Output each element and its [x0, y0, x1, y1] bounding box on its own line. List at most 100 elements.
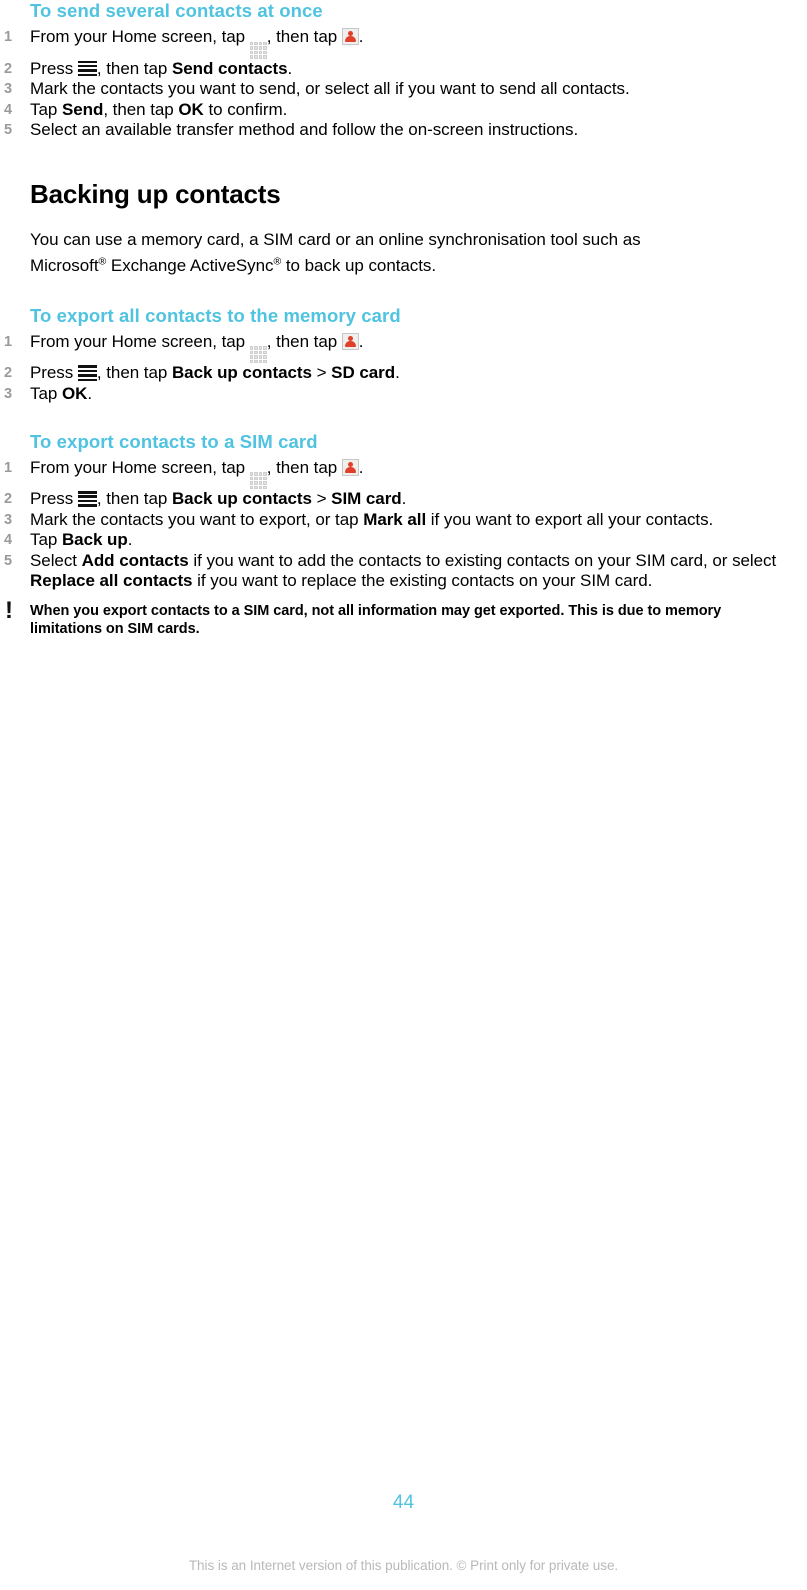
step-item: 1 From your Home screen, tap , then tap .	[0, 27, 807, 59]
ui-term: Mark all	[363, 509, 427, 529]
menu-key-icon	[77, 60, 97, 77]
procedure-heading-export-memory-card: To export all contacts to the memory car…	[30, 304, 401, 326]
step-text: , then tap	[96, 58, 172, 78]
step-item: 5 Select an available transfer method and…	[0, 120, 807, 141]
step-text: .	[87, 383, 93, 403]
step-number: 1	[4, 333, 13, 350]
step-text: Tap	[30, 383, 62, 403]
step-text: .	[401, 489, 407, 509]
step-number: 3	[4, 81, 13, 98]
ui-term: Back up contacts	[171, 363, 312, 383]
step-text: if you want to add the contacts to exist…	[188, 550, 777, 570]
step-item: 2 Press , then tap Back up contacts > SIM…	[0, 489, 807, 510]
step-text: , then tap	[266, 27, 342, 46]
step-item: 2 Press , then tap Send contacts.	[0, 59, 807, 80]
footer-copyright-note: This is an Internet version of this publ…	[188, 1558, 619, 1573]
step-text: , then tap	[103, 99, 179, 119]
ui-term: OK	[178, 99, 204, 119]
contacts-icon	[341, 332, 359, 350]
step-text: .	[127, 530, 133, 550]
step-item: 3 Mark the contacts you want to export, o…	[0, 510, 807, 531]
step-text: .	[358, 331, 364, 351]
ui-term: Back up	[61, 530, 128, 550]
step-number: 5	[4, 552, 13, 569]
ui-term: SIM card	[331, 489, 402, 509]
step-text: .	[358, 457, 364, 477]
note-block: ! When you export contacts to a SIM card…	[0, 597, 807, 638]
step-text: if you want to export all your contacts.	[426, 509, 714, 529]
note-text: When you export contacts to a SIM card, …	[30, 603, 722, 638]
step-text: From your Home screen, tap	[30, 27, 250, 46]
step-text: Tap	[30, 530, 62, 550]
step-text: From your Home screen, tap	[30, 331, 250, 351]
menu-key-icon	[77, 490, 97, 507]
steps-list-send-several: 1 From your Home screen, tap , then tap .…	[0, 27, 807, 141]
step-item: 3 Mark the contacts you want to send, or …	[0, 79, 807, 100]
exclamation-icon: !	[5, 597, 13, 625]
intro-line-2-exchange: Exchange ActiveSync	[106, 255, 274, 275]
step-text: , then tap	[266, 457, 342, 477]
step-text: Mark the contacts you want to export, or…	[30, 509, 364, 529]
menu-key-icon	[77, 364, 97, 382]
step-text: Select	[30, 550, 82, 570]
step-text: Mark the contacts you want to send, or s…	[30, 79, 630, 99]
step-number: 3	[4, 511, 13, 528]
contacts-icon	[341, 28, 359, 45]
step-number: 4	[4, 101, 13, 118]
step-number: 1	[4, 459, 13, 476]
step-text: .	[287, 58, 293, 78]
ui-term: Send contacts	[171, 58, 288, 78]
page-content: To send several contacts at once 1 From y…	[0, 0, 807, 638]
app-grid-icon	[249, 472, 267, 490]
app-grid-icon	[249, 346, 267, 364]
step-item: 2 Press , then tap Back up contacts > SD …	[0, 363, 807, 384]
step-item: 3 Tap OK.	[0, 384, 807, 405]
ui-term: OK	[61, 383, 88, 403]
step-number: 2	[4, 60, 13, 77]
registered-mark-icon: ®	[273, 255, 282, 268]
step-number: 1	[4, 29, 13, 45]
document-page: To send several contacts at once 1 From y…	[0, 0, 807, 1590]
step-item: 4 Tap Send, then tap OK to confirm.	[0, 100, 807, 121]
step-item: 4 Tap Back up.	[0, 530, 807, 551]
procedure-heading-export-sim-card: To export contacts to a SIM card	[30, 430, 318, 452]
ui-term: Replace all contacts	[30, 571, 193, 591]
step-text: , then tap	[96, 363, 172, 383]
step-number: 4	[4, 532, 13, 549]
step-text: Press	[30, 58, 78, 78]
step-text: , then tap	[96, 489, 172, 509]
intro-line-2-tail: to back up contacts.	[281, 255, 437, 275]
steps-list-export-sim-card: 1 From your Home screen, tap , then tap .…	[0, 458, 807, 592]
step-text: .	[358, 27, 364, 46]
step-number: 2	[4, 365, 13, 382]
step-text: From your Home screen, tap	[30, 457, 250, 477]
contacts-icon	[341, 458, 359, 476]
intro-line-2-microsoft: Microsoft	[30, 255, 99, 275]
page-number: 44	[392, 1492, 415, 1513]
app-grid-icon	[249, 41, 267, 59]
ui-term: Send	[61, 99, 104, 119]
step-text: Select an available transfer method and …	[30, 120, 579, 140]
step-text: Tap	[30, 99, 62, 119]
step-number: 2	[4, 491, 13, 508]
intro-paragraph: You can use a memory card, a SIM card or…	[0, 227, 807, 279]
ui-term: SD card	[331, 363, 396, 383]
ui-term: Add contacts	[81, 550, 189, 570]
step-text: >	[311, 489, 332, 509]
step-text: Press	[30, 489, 78, 509]
step-item: 1 From your Home screen, tap , then tap .	[0, 332, 807, 364]
ui-term: Back up contacts	[171, 489, 312, 509]
step-text: , then tap	[266, 331, 342, 351]
section-heading-backing-up-contacts: Backing up contacts	[30, 178, 281, 209]
step-text: >	[311, 363, 332, 383]
step-text: Press	[30, 363, 78, 383]
intro-line-1: You can use a memory card, a SIM card or…	[30, 229, 641, 249]
steps-list-export-memory-card: 1 From your Home screen, tap , then tap .…	[0, 332, 807, 405]
step-number: 3	[4, 385, 13, 402]
step-text: to confirm.	[203, 99, 288, 119]
